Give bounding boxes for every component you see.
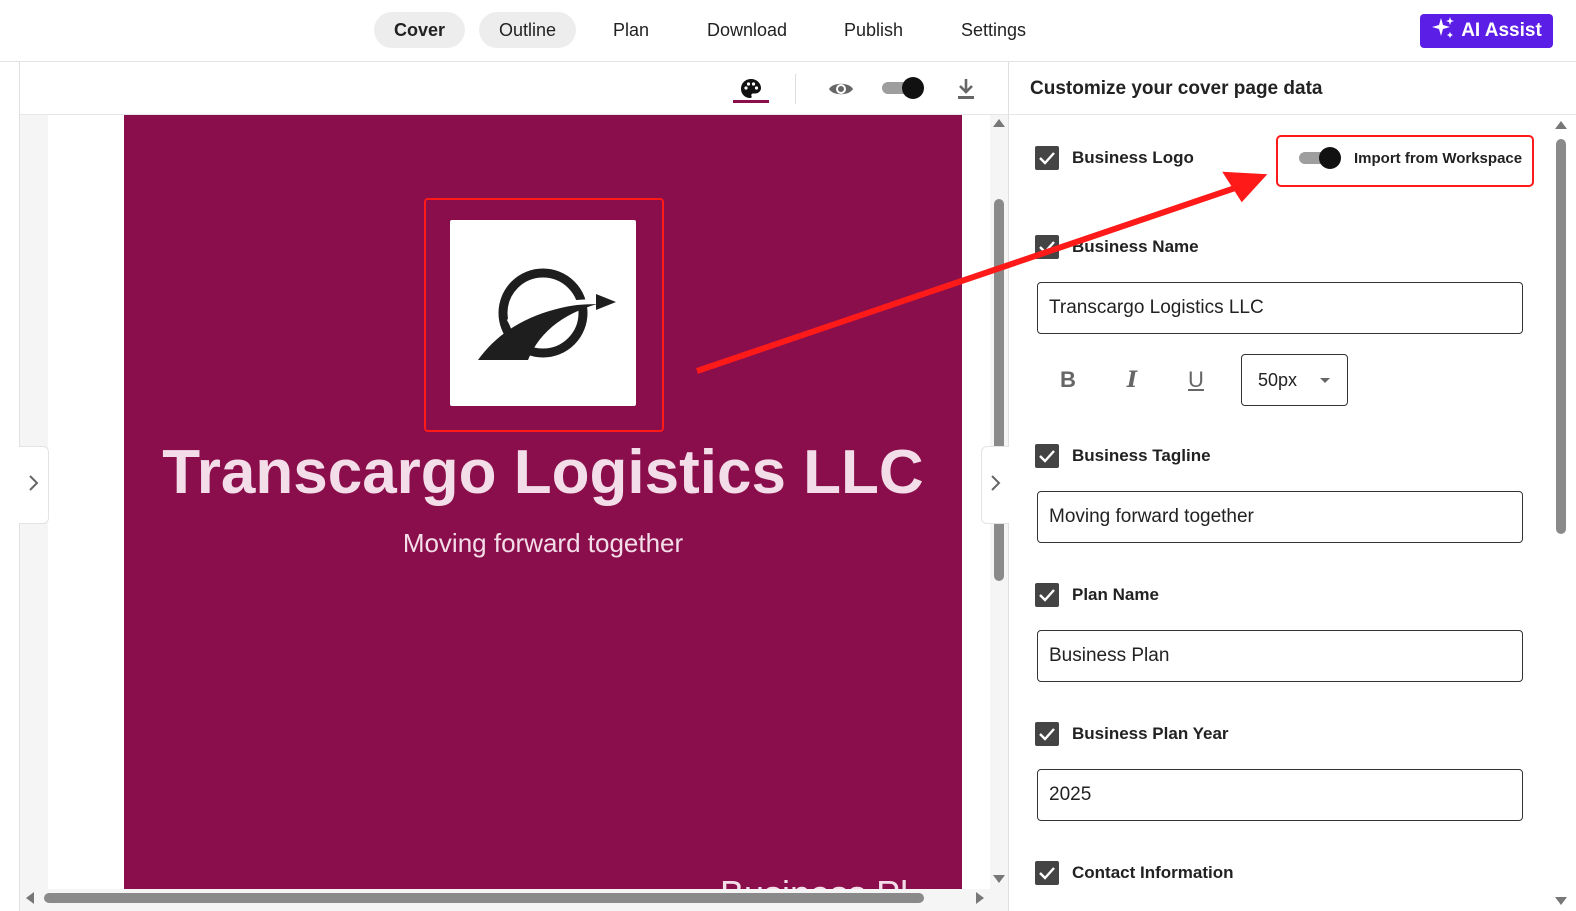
scroll-thumb[interactable] <box>1556 139 1566 534</box>
plan-name-checkbox[interactable] <box>1035 583 1059 607</box>
business-logo-label: Business Logo <box>1072 148 1194 167</box>
download-icon[interactable] <box>948 72 984 106</box>
tab-publish[interactable]: Publish <box>824 12 923 48</box>
cover-business-name: Transcargo Logistics LLC <box>162 438 924 507</box>
ai-assist-label: AI Assist <box>1461 20 1542 41</box>
scroll-down-arrow[interactable] <box>993 875 1005 883</box>
expand-left-sidebar-button[interactable] <box>19 446 49 524</box>
scroll-down-arrow[interactable] <box>1555 897 1567 905</box>
palette-active-indicator <box>733 100 769 103</box>
tab-cover[interactable]: Cover <box>374 12 466 48</box>
business-logo[interactable] <box>450 220 636 406</box>
import-from-workspace-toggle[interactable] <box>1299 147 1341 169</box>
scroll-right-arrow[interactable] <box>976 892 984 904</box>
business-tagline-label: Business Tagline <box>1072 446 1211 465</box>
panel-vertical-scrollbar[interactable] <box>1552 115 1570 911</box>
toggle-knob <box>1319 147 1341 169</box>
font-size-value: 50px <box>1258 370 1298 390</box>
arrow-swoosh-logo <box>478 268 616 360</box>
scroll-thumb[interactable] <box>44 893 924 903</box>
tab-plan[interactable]: Plan <box>593 12 669 48</box>
cover-tagline: Moving forward together <box>402 528 684 558</box>
chevron-right-icon <box>990 472 1002 498</box>
italic-button[interactable]: I <box>1117 365 1147 395</box>
import-from-workspace-label: Import from Workspace <box>1354 150 1523 167</box>
sparkles-icon <box>1431 16 1455 46</box>
tab-outline[interactable]: Outline <box>479 12 577 48</box>
left-rail <box>0 62 20 911</box>
plan-name-label: Plan Name <box>1072 585 1159 604</box>
contact-information-row: Contact Information <box>1035 860 1234 886</box>
toggle-knob <box>902 77 924 99</box>
customize-panel: Customize your cover page data Business … <box>1008 62 1576 911</box>
preview-horizontal-scrollbar[interactable] <box>20 889 990 907</box>
toolbar-divider <box>795 74 796 104</box>
business-tagline-row: Business Tagline <box>1035 443 1211 469</box>
top-nav-bar: Cover Outline Plan Download Publish Sett… <box>0 0 1576 62</box>
business-plan-year-checkbox[interactable] <box>1035 722 1059 746</box>
business-name-label: Business Name <box>1072 237 1199 256</box>
business-plan-year-row: Business Plan Year <box>1035 721 1229 747</box>
business-name-row: Business Name <box>1035 234 1199 260</box>
contact-information-checkbox[interactable] <box>1035 861 1059 885</box>
scroll-left-arrow[interactable] <box>26 892 34 904</box>
tab-download[interactable]: Download <box>687 12 807 48</box>
underline-button[interactable]: U <box>1181 365 1211 395</box>
preview-toolbar <box>20 62 1008 115</box>
panel-header: Customize your cover page data <box>1009 62 1576 115</box>
business-name-field[interactable]: Transcargo Logistics LLC <box>1037 282 1523 334</box>
eye-icon[interactable] <box>823 72 859 106</box>
tab-settings[interactable]: Settings <box>941 12 1046 48</box>
business-logo-row: Business Logo <box>1035 145 1194 171</box>
business-logo-checkbox[interactable] <box>1035 146 1059 170</box>
bold-button[interactable]: B <box>1053 365 1083 395</box>
font-size-select[interactable]: 50px <box>1241 354 1348 406</box>
collapse-right-panel-button[interactable] <box>981 446 1009 524</box>
panel-title: Customize your cover page data <box>1030 78 1323 99</box>
business-plan-year-label: Business Plan Year <box>1072 724 1229 743</box>
contact-information-label: Contact Information <box>1072 863 1234 882</box>
chevron-down-icon <box>1320 378 1330 383</box>
plan-name-field[interactable]: Business Plan <box>1037 630 1523 682</box>
cover-plan-name: Business Pl <box>720 873 908 889</box>
business-name-checkbox[interactable] <box>1035 235 1059 259</box>
cover-page: Transcargo Logistics LLC Moving forward … <box>124 115 962 889</box>
scroll-up-arrow[interactable] <box>1555 121 1567 129</box>
plan-name-row: Plan Name <box>1035 582 1159 608</box>
business-tagline-field[interactable]: Moving forward together <box>1037 491 1523 543</box>
business-plan-year-field[interactable]: 2025 <box>1037 769 1523 821</box>
chevron-right-icon <box>28 472 40 498</box>
business-tagline-checkbox[interactable] <box>1035 444 1059 468</box>
preview-toggle[interactable] <box>882 77 924 99</box>
ai-assist-button[interactable]: AI Assist <box>1420 14 1553 48</box>
scroll-up-arrow[interactable] <box>993 119 1005 127</box>
